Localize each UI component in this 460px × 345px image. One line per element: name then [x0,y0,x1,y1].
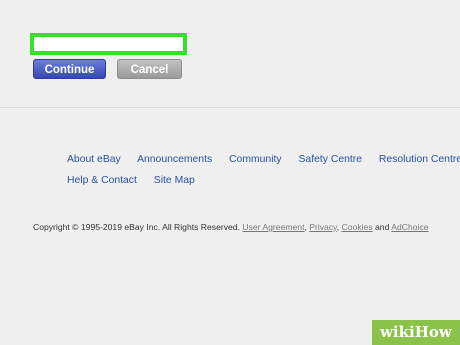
footer-links-row-1: About eBay Announcements Community Safet… [67,154,460,165]
privacy-link[interactable]: Privacy [309,222,337,232]
footer-divider [0,107,460,108]
text-input[interactable] [34,40,183,54]
adchoice-link[interactable]: AdChoice [391,222,428,232]
footer-link-help-contact[interactable]: Help & Contact [67,175,137,186]
footer-link-community[interactable]: Community [229,154,282,165]
continue-button[interactable]: Continue [33,59,106,79]
footer-links-row-2: Help & Contact Site Map [67,175,209,186]
footer-link-resolution-centre[interactable]: Resolution Centre [379,154,460,165]
footer-link-safety-centre[interactable]: Safety Centre [298,154,362,165]
cancel-button[interactable]: Cancel [117,59,182,79]
copyright-separator: , [304,222,307,232]
highlighted-text-field[interactable] [30,33,187,55]
footer-link-site-map[interactable]: Site Map [154,175,195,186]
copyright-separator: , [336,222,340,232]
copyright-text: Copyright © 1995-2019 eBay Inc. All Righ… [33,222,240,232]
copyright-and: and [375,222,390,232]
copyright-line: Copyright © 1995-2019 eBay Inc. All Righ… [33,222,429,232]
footer-link-about-ebay[interactable]: About eBay [67,154,121,165]
user-agreement-link[interactable]: User Agreement [242,222,304,232]
cookies-link[interactable]: Cookies [342,222,373,232]
footer-link-announcements[interactable]: Announcements [137,154,212,165]
wikihow-watermark: wikiHow [372,320,460,345]
